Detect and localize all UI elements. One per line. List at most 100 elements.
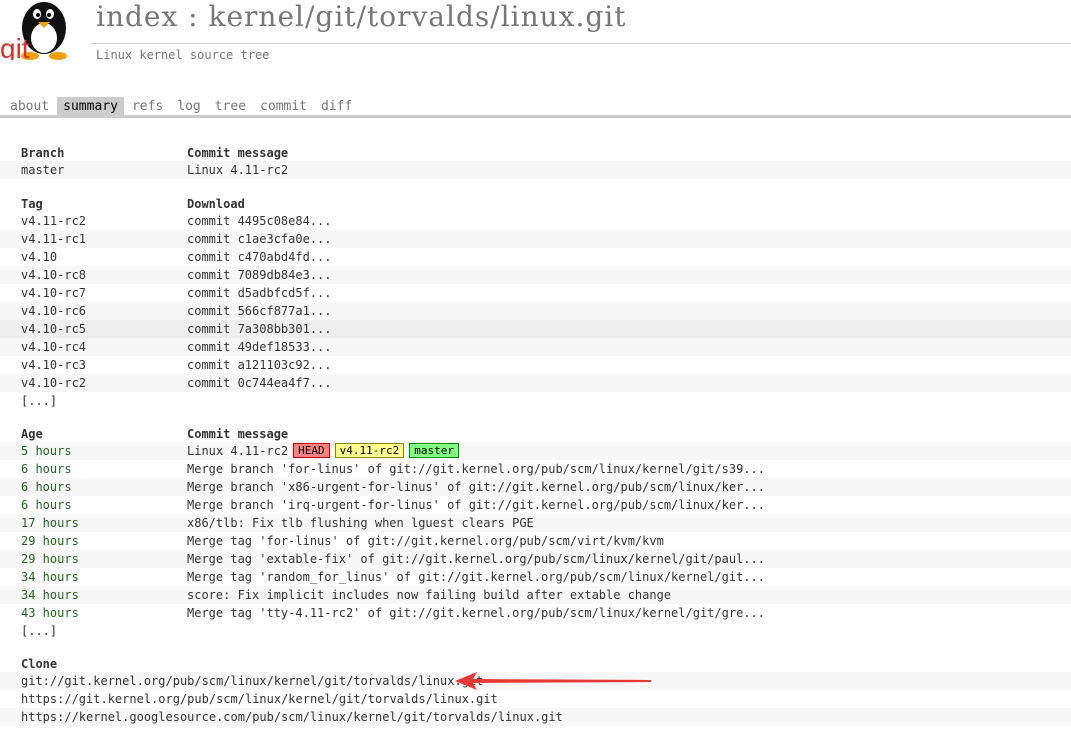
table-row: v4.10-rc6 commit 566cf877a1... — [0, 302, 1071, 320]
commit-message-header: Commit message — [187, 427, 289, 441]
tab-tree[interactable]: tree — [209, 97, 252, 115]
table-row: v4.11-rc2 commit 4495c08e84... — [0, 212, 1071, 230]
commit-age: 29 hours — [21, 552, 79, 566]
logo-text: git — [0, 33, 30, 60]
download-link[interactable]: commit c1ae3cfa0e... — [187, 230, 332, 248]
tag-header: Tag — [21, 197, 43, 211]
table-row: 17 hours x86/tlb: Fix tlb flushing when l… — [0, 514, 1071, 532]
tag-link[interactable]: v4.10-rc6 — [21, 302, 86, 320]
commit-message-link[interactable]: Merge tag 'random_for_linus' of git://gi… — [187, 568, 765, 586]
download-link[interactable]: commit 4495c08e84... — [187, 212, 332, 230]
tag-link[interactable]: v4.10 — [21, 248, 57, 266]
commit-message-link[interactable]: Merge branch 'for-linus' of git://git.ke… — [187, 460, 765, 478]
tag-table: Tag Download v4.11-rc2 commit 4495c08e84.… — [0, 196, 1071, 410]
table-row: 5 hours Linux 4.11-rc2 HEAD v4.11-rc2 maste… — [0, 442, 1071, 460]
tab-log[interactable]: log — [171, 97, 206, 115]
commit-message-link[interactable]: Merge branch 'irq-urgent-for-linus' of g… — [187, 496, 765, 514]
commit-age: 6 hours — [21, 480, 72, 494]
tag-link[interactable]: v4.10-rc4 — [21, 338, 86, 356]
commit-message-link[interactable]: x86/tlb: Fix tlb flushing when lguest cl… — [187, 514, 534, 532]
download-link[interactable]: commit 0c744ea4f7... — [187, 374, 332, 392]
commit-age: 29 hours — [21, 534, 79, 548]
clone-url-https-google[interactable]: https://kernel.googlesource.com/pub/scm/… — [21, 708, 563, 726]
tab-diff[interactable]: diff — [315, 97, 358, 115]
branch-table: Branch Commit message master Linux 4.11-… — [0, 145, 1071, 179]
commit-message-link[interactable]: Merge branch 'x86-urgent-for-linus' of g… — [187, 478, 765, 496]
branch-link[interactable]: master — [21, 161, 64, 179]
commit-age: 17 hours — [21, 516, 79, 530]
download-header: Download — [187, 197, 245, 211]
commit-message-link[interactable]: Merge tag 'extable-fix' of git://git.ker… — [187, 550, 765, 568]
table-row: 6 hours Merge branch 'x86-urgent-for-linu… — [0, 478, 1071, 496]
download-link[interactable]: commit 566cf877a1... — [187, 302, 332, 320]
table-row: 6 hours Merge branch 'irq-urgent-for-linu… — [0, 496, 1071, 514]
tab-about[interactable]: about — [4, 97, 55, 115]
commit-message-link[interactable]: Merge tag 'for-linus' of git://git.kerne… — [187, 532, 664, 550]
tag-link[interactable]: v4.10-rc5 — [21, 320, 86, 338]
table-row: v4.10-rc3 commit a121103c92... — [0, 356, 1071, 374]
table-row: [...] — [0, 392, 1071, 410]
tag-link[interactable]: v4.11-rc2 — [21, 212, 86, 230]
table-row: v4.10-rc7 commit d5adbfcd5f... — [0, 284, 1071, 302]
table-row: 29 hours Merge tag 'extable-fix' of git:/… — [0, 550, 1071, 568]
clone-header: Clone — [21, 657, 58, 671]
commit-age: 34 hours — [21, 570, 79, 584]
download-link[interactable]: commit 49def18533... — [187, 338, 332, 356]
commit-age: 43 hours — [21, 606, 79, 620]
clone-url-https-kernel[interactable]: https://git.kernel.org/pub/scm/linux/ker… — [21, 690, 498, 708]
commit-age: 5 hours — [21, 444, 72, 458]
tab-refs[interactable]: refs — [126, 97, 169, 115]
table-row: master Linux 4.11-rc2 — [0, 161, 1071, 179]
commit-message-link[interactable]: Linux 4.11-rc2 — [187, 161, 288, 179]
page-title: index : kernel/git/torvalds/linux.git — [96, 0, 627, 33]
head-badge[interactable]: HEAD — [293, 443, 330, 458]
commit-age: 34 hours — [21, 588, 79, 602]
tag-badge[interactable]: v4.11-rc2 — [334, 443, 405, 458]
commit-message-link[interactable]: Linux 4.11-rc2 — [187, 444, 288, 458]
title-divider — [90, 43, 1071, 44]
download-link[interactable]: commit d5adbfcd5f... — [187, 284, 332, 302]
tab-summary[interactable]: summary — [57, 97, 124, 115]
more-tags-link[interactable]: [...] — [21, 392, 57, 410]
download-link[interactable]: commit 7a308bb301... — [187, 320, 332, 338]
tab-commit[interactable]: commit — [254, 97, 313, 115]
commit-message-link[interactable]: Merge tag 'tty-4.11-rc2' of git://git.ke… — [187, 604, 765, 622]
table-row: [...] — [0, 622, 1071, 640]
table-row: 34 hours Merge tag 'random_for_linus' of … — [0, 568, 1071, 586]
table-row: 43 hours Merge tag 'tty-4.11-rc2' of git:… — [0, 604, 1071, 622]
log-table: Age Commit message 5 hours Linux 4.11-rc… — [0, 426, 1071, 640]
table-row: https://git.kernel.org/pub/scm/linux/ker… — [0, 690, 1071, 708]
commit-age: 6 hours — [21, 498, 72, 512]
table-row: v4.10-rc2 commit 0c744ea4f7... — [0, 374, 1071, 392]
download-link[interactable]: commit a121103c92... — [187, 356, 332, 374]
tag-link[interactable]: v4.10-rc2 — [21, 374, 86, 392]
tag-link[interactable]: v4.10-rc8 — [21, 266, 86, 284]
download-link[interactable]: commit 7089db84e3... — [187, 266, 332, 284]
table-row: 34 hours score: Fix implicit includes now… — [0, 586, 1071, 604]
clone-url-git[interactable]: git://git.kernel.org/pub/scm/linux/kerne… — [21, 672, 483, 690]
download-link[interactable]: commit c470abd4fd... — [187, 248, 332, 266]
branch-header: Branch — [21, 146, 65, 160]
tab-bar: about summary refs log tree commit diff — [4, 97, 1071, 115]
age-header: Age — [21, 427, 43, 441]
git-penguin-logo[interactable]: git — [0, 0, 74, 60]
table-row: v4.10-rc8 commit 7089db84e3... — [0, 266, 1071, 284]
table-row: v4.10 commit c470abd4fd... — [0, 248, 1071, 266]
table-row: https://kernel.googlesource.com/pub/scm/… — [0, 708, 1071, 726]
table-row: v4.11-rc1 commit c1ae3cfa0e... — [0, 230, 1071, 248]
commit-message-link[interactable]: score: Fix implicit includes now failing… — [187, 586, 671, 604]
commit-age: 6 hours — [21, 462, 72, 476]
table-row: v4.10-rc5 commit 7a308bb301... — [0, 320, 1071, 338]
commit-message-header: Commit message — [187, 146, 289, 160]
table-row: 6 hours Merge branch 'for-linus' of git:/… — [0, 460, 1071, 478]
page-subtitle: Linux kernel source tree — [96, 48, 270, 62]
tabs-divider — [0, 115, 1071, 118]
more-log-link[interactable]: [...] — [21, 622, 57, 640]
tag-link[interactable]: v4.10-rc7 — [21, 284, 86, 302]
table-row: v4.10-rc4 commit 49def18533... — [0, 338, 1071, 356]
annotation-arrow-icon — [455, 672, 651, 690]
branch-badge[interactable]: master — [409, 443, 460, 458]
tag-link[interactable]: v4.10-rc3 — [21, 356, 86, 374]
table-row: 29 hours Merge tag 'for-linus' of git://g… — [0, 532, 1071, 550]
tag-link[interactable]: v4.11-rc1 — [21, 230, 86, 248]
